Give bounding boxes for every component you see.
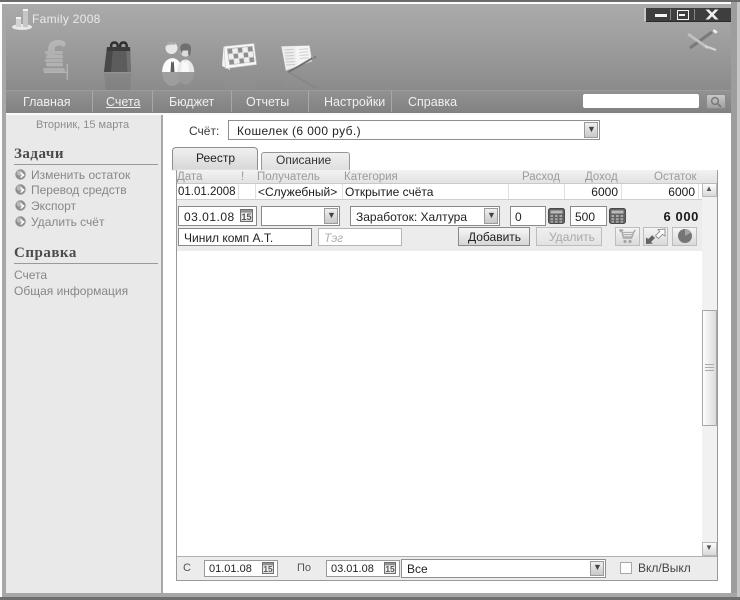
svg-text:15: 15 <box>263 564 273 574</box>
svg-text:15: 15 <box>241 212 251 222</box>
svg-text:15: 15 <box>385 564 395 574</box>
